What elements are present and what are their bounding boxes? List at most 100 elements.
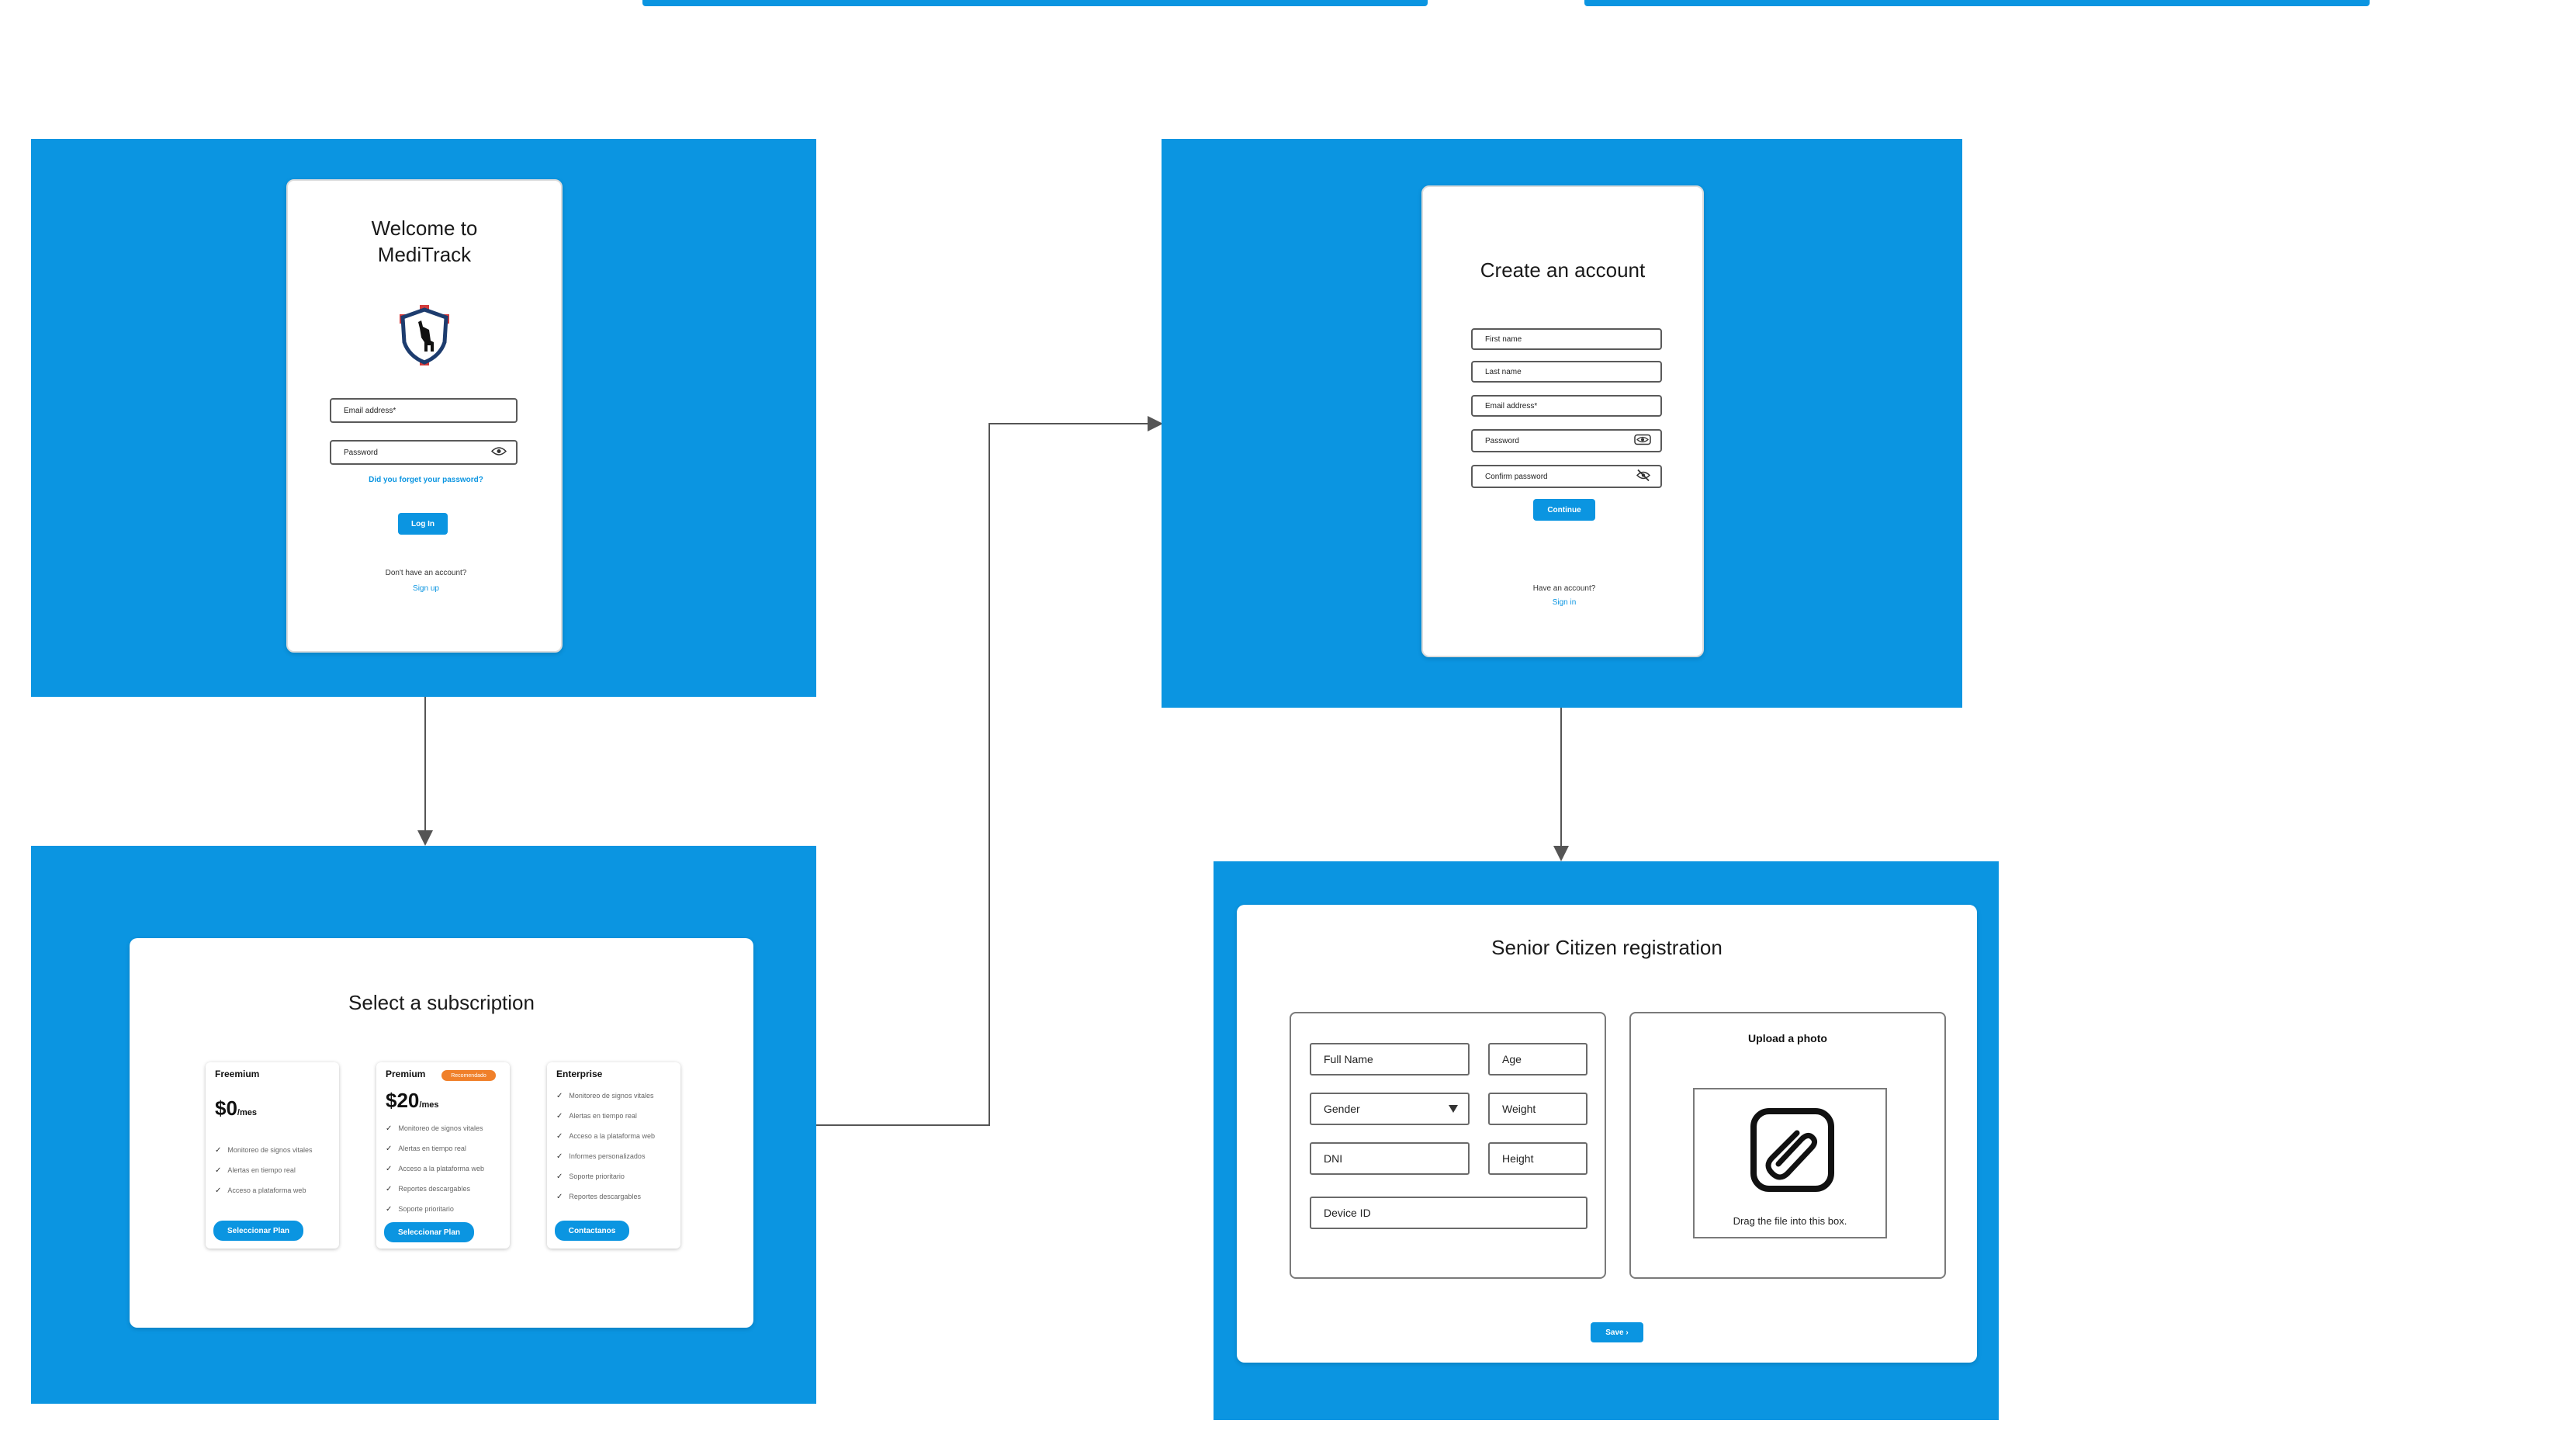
plan-feature: ✓ Monitoreo de signos vitales — [386, 1124, 483, 1133]
registration-frame: Senior Citizen registration Full Name Ag… — [1214, 861, 1999, 1420]
create-account-card: Create an account First name Last name E… — [1421, 185, 1704, 657]
device-id-input[interactable]: Device ID — [1310, 1197, 1587, 1229]
subscription-frame: Select a subscription Freemium $0/mes ✓ M… — [31, 846, 816, 1404]
subscription-card: Select a subscription Freemium $0/mes ✓ M… — [130, 938, 753, 1328]
login-button[interactable]: Log In — [398, 513, 448, 535]
continue-button[interactable]: Continue — [1533, 499, 1595, 521]
full-name-input[interactable]: Full Name — [1310, 1043, 1470, 1076]
eye-icon[interactable] — [490, 447, 507, 459]
login-card: Welcome to MediTrack Email address* Pass… — [286, 179, 563, 653]
plan-name: Freemium — [215, 1069, 260, 1079]
plan-card-premium: Premium Recomendado $20/mes ✓ Monitoreo d… — [376, 1062, 510, 1249]
login-password-input[interactable]: Password — [330, 440, 518, 465]
plan-feature: ✓ Soporte prioritario — [386, 1205, 454, 1214]
plan-name: Premium — [386, 1069, 426, 1079]
chevron-right-icon: › — [1626, 1328, 1629, 1337]
file-drop-zone[interactable]: Drag the file into this box. — [1693, 1088, 1887, 1238]
save-label: Save — [1605, 1328, 1624, 1337]
login-email-placeholder: Email address* — [344, 406, 396, 415]
check-icon: ✓ — [215, 1166, 222, 1175]
check-icon: ✓ — [556, 1193, 563, 1201]
signin-link[interactable]: Sign in — [1423, 598, 1705, 607]
plan-name: Enterprise — [556, 1069, 603, 1079]
subscription-title: Select a subscription — [348, 991, 535, 1014]
plan-feature: ✓ Acceso a la plataforma web — [556, 1132, 655, 1141]
create-account-title: Create an account — [1480, 258, 1646, 282]
login-password-placeholder: Password — [344, 448, 378, 457]
plan-feature: ✓ Acceso a la plataforma web — [386, 1165, 484, 1173]
recommended-badge: Recomendado — [441, 1070, 496, 1081]
age-placeholder: Age — [1502, 1053, 1522, 1065]
full-name-placeholder: Full Name — [1324, 1053, 1373, 1065]
paperclip-icon — [1750, 1108, 1834, 1192]
dni-placeholder: DNI — [1324, 1152, 1343, 1165]
create-email-input[interactable]: Email address* — [1471, 395, 1662, 417]
have-account-text: Have an account? — [1532, 584, 1596, 593]
contact-button[interactable]: Contactanos — [555, 1221, 629, 1241]
check-icon: ✓ — [556, 1092, 563, 1100]
first-name-input[interactable]: First name — [1471, 328, 1662, 350]
plan-feature: ✓ Monitoreo de signos vitales — [556, 1092, 654, 1100]
plan-feature: ✓ Alertas en tiempo real — [556, 1112, 637, 1121]
gender-placeholder: Gender — [1324, 1103, 1360, 1115]
shield-llama-logo-icon — [395, 303, 454, 367]
login-screen-frame: Welcome to MediTrack Email address* Pass… — [31, 139, 816, 697]
confirm-password-input[interactable]: Confirm password — [1471, 465, 1662, 488]
plan-feature: ✓ Alertas en tiempo real — [386, 1145, 466, 1153]
registration-title: Senior Citizen registration — [1491, 936, 1723, 959]
select-plan-button[interactable]: Seleccionar Plan — [213, 1221, 303, 1241]
drag-file-text: Drag the file into this box. — [1733, 1215, 1847, 1227]
registration-form-panel: Full Name Age Gender Weight DNI Height D… — [1290, 1012, 1606, 1279]
plan-feature: ✓ Informes personalizados — [556, 1152, 646, 1161]
last-name-placeholder: Last name — [1485, 367, 1522, 376]
check-icon: ✓ — [215, 1186, 222, 1195]
login-email-input[interactable]: Email address* — [330, 398, 518, 423]
plan-feature: ✓ Reportes descargables — [556, 1193, 641, 1201]
create-password-input[interactable]: Password — [1471, 429, 1662, 452]
check-icon: ✓ — [556, 1112, 563, 1121]
height-placeholder: Height — [1502, 1152, 1534, 1165]
login-title-line1: Welcome to — [371, 216, 478, 240]
upload-photo-title: Upload a photo — [1748, 1032, 1827, 1044]
eye-off-icon[interactable] — [1636, 469, 1651, 484]
create-account-frame: Create an account First name Last name E… — [1162, 139, 1962, 708]
no-account-text: Don't have an account? — [385, 569, 467, 577]
check-icon: ✓ — [386, 1205, 393, 1214]
create-password-placeholder: Password — [1485, 436, 1519, 445]
height-input[interactable]: Height — [1488, 1142, 1587, 1175]
age-input[interactable]: Age — [1488, 1043, 1587, 1076]
gender-select[interactable]: Gender — [1310, 1093, 1470, 1125]
plan-card-freemium: Freemium $0/mes ✓ Monitoreo de signos vit… — [206, 1062, 339, 1249]
connector-subscription-to-create-account — [816, 416, 1163, 1126]
forgot-password-link[interactable]: Did you forget your password? — [288, 476, 564, 484]
plan-feature: ✓ Monitoreo de signos vitales — [215, 1146, 313, 1155]
plan-feature: ✓ Acceso a plataforma web — [215, 1186, 306, 1195]
check-icon: ✓ — [556, 1172, 563, 1181]
check-icon: ✓ — [215, 1146, 222, 1155]
plan-feature: ✓ Alertas en tiempo real — [215, 1166, 296, 1175]
weight-input[interactable]: Weight — [1488, 1093, 1587, 1125]
login-title-line2: MediTrack — [377, 243, 472, 266]
create-email-placeholder: Email address* — [1485, 401, 1538, 410]
check-icon: ✓ — [556, 1152, 563, 1161]
registration-card: Senior Citizen registration Full Name Ag… — [1237, 905, 1977, 1363]
confirm-password-placeholder: Confirm password — [1485, 472, 1548, 481]
first-name-placeholder: First name — [1485, 334, 1522, 344]
check-icon: ✓ — [386, 1124, 393, 1133]
eye-icon[interactable] — [1634, 434, 1651, 448]
last-name-input[interactable]: Last name — [1471, 361, 1662, 383]
device-id-placeholder: Device ID — [1324, 1207, 1371, 1219]
signup-link[interactable]: Sign up — [288, 584, 564, 593]
plan-feature: ✓ Reportes descargables — [386, 1185, 470, 1193]
upload-photo-panel: Upload a photo Drag the file into this b… — [1629, 1012, 1946, 1279]
plan-price: $20/mes — [386, 1089, 439, 1112]
select-plan-button[interactable]: Seleccionar Plan — [384, 1222, 474, 1242]
plan-card-enterprise: Enterprise ✓ Monitoreo de signos vitales … — [547, 1062, 680, 1249]
check-icon: ✓ — [556, 1132, 563, 1141]
check-icon: ✓ — [386, 1145, 393, 1153]
plan-feature: ✓ Soporte prioritario — [556, 1172, 625, 1181]
plan-price: $0/mes — [215, 1096, 257, 1120]
dni-input[interactable]: DNI — [1310, 1142, 1470, 1175]
save-button[interactable]: Save › — [1591, 1322, 1643, 1342]
check-icon: ✓ — [386, 1185, 393, 1193]
